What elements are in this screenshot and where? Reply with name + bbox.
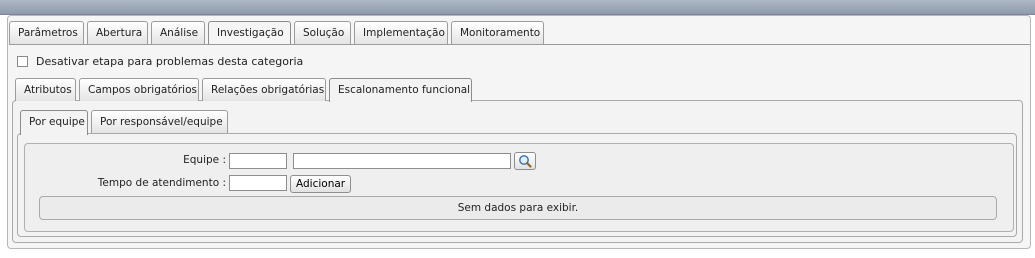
tab-por-responsavel-equipe[interactable]: Por responsável/equipe — [91, 110, 228, 133]
tempo-atendimento-label: Tempo de atendimento : — [97, 177, 226, 189]
main-tab-bar: Parâmetros Abertura Análise Investigação… — [9, 21, 544, 45]
tab-investigacao[interactable]: Investigação — [208, 21, 291, 45]
tab-analise[interactable]: Análise — [151, 21, 205, 44]
disable-stage-label: Desativar etapa para problemas desta cat… — [36, 55, 304, 68]
equipe-code-input[interactable] — [229, 153, 287, 169]
add-button[interactable]: Adicionar — [290, 175, 352, 193]
tab-parametros[interactable]: Parâmetros — [9, 21, 84, 44]
tab-relacoes-obrigatorias[interactable]: Relações obrigatórias — [202, 78, 326, 101]
tab-monitoramento[interactable]: Monitoramento — [451, 21, 544, 44]
sub-tab-bar: Atributos Campos obrigatórios Relações o… — [15, 78, 472, 102]
empty-grid-message: Sem dados para exibir. — [39, 196, 997, 220]
equipe-name-input[interactable] — [293, 153, 511, 169]
main-tab-divider — [9, 44, 1030, 45]
disable-stage-checkbox[interactable] — [17, 56, 28, 67]
window-top-bar — [0, 0, 1035, 15]
tab-abertura[interactable]: Abertura — [87, 21, 148, 44]
tempo-atendimento-input[interactable] — [229, 175, 287, 191]
tab-campos-obrigatorios[interactable]: Campos obrigatórios — [79, 78, 199, 101]
inner-tab-bar: Por equipe Por responsável/equipe — [20, 110, 228, 135]
equipe-search-button[interactable] — [514, 152, 536, 170]
magnifier-icon — [519, 155, 532, 168]
disable-stage-row: Desativar etapa para problemas desta cat… — [17, 55, 303, 68]
tab-implementacao[interactable]: Implementação — [354, 21, 448, 44]
tab-por-equipe[interactable]: Por equipe — [20, 110, 88, 135]
tab-solucao[interactable]: Solução — [294, 21, 351, 44]
tab-escalonamento-funcional[interactable]: Escalonamento funcional — [329, 78, 472, 102]
tab-atributos[interactable]: Atributos — [15, 78, 76, 101]
equipe-label: Equipe : — [183, 154, 226, 166]
